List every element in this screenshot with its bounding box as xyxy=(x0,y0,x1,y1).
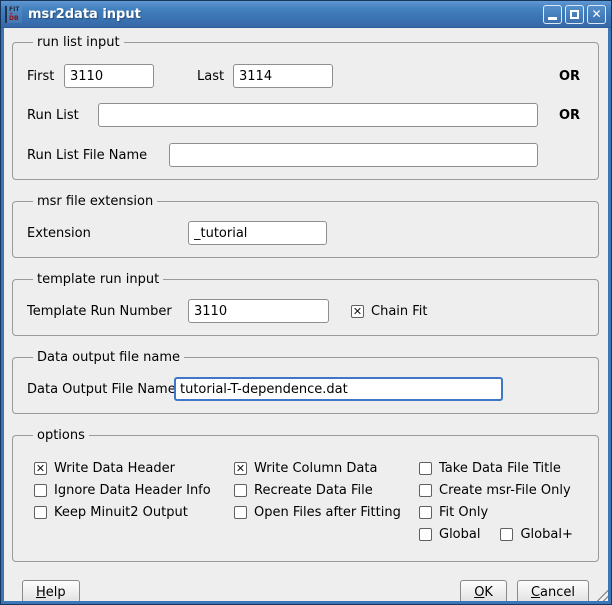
group-data-output-file-name: Data output file name Data Output File N… xyxy=(12,350,599,414)
footer-button-row: Help OK Cancel xyxy=(12,576,599,604)
maximize-icon xyxy=(570,10,579,19)
checkbox-label: Write Column Data xyxy=(254,461,377,476)
help-button[interactable]: Help xyxy=(22,580,80,604)
run-list-file-name-label: Run List File Name xyxy=(27,148,169,163)
checkbox-label: Ignore Data Header Info xyxy=(54,483,211,498)
checkbox-box[interactable] xyxy=(234,484,247,497)
group-options: options ✕ Write Data Header Ignore Data He… xyxy=(12,428,599,562)
checkbox-fit-only[interactable]: Fit Only xyxy=(419,505,488,520)
maximize-button[interactable] xyxy=(565,5,584,24)
last-input[interactable] xyxy=(233,64,333,88)
run-list-label: Run List xyxy=(27,108,98,123)
options-row: Ignore Data Header Info xyxy=(34,483,234,497)
checkbox-box[interactable] xyxy=(34,484,47,497)
checkbox-label: Global xyxy=(439,527,480,542)
checkbox-global[interactable]: Global xyxy=(419,527,480,542)
checkbox-write-data-header[interactable]: ✕ Write Data Header xyxy=(34,461,175,476)
group-template-run-input: template run input Template Run Number ✕… xyxy=(12,272,599,336)
checkbox-label: Recreate Data File xyxy=(254,483,373,498)
checkbox-global-[interactable]: Global+ xyxy=(500,527,572,542)
checkbox-recreate-data-file[interactable]: Recreate Data File xyxy=(234,483,373,498)
minimize-icon xyxy=(548,17,557,20)
title-bar[interactable]: FIT + DB msr2data input ✕ xyxy=(1,1,611,28)
extension-label: Extension xyxy=(27,226,188,241)
checkbox-label: Write Data Header xyxy=(54,461,175,476)
checkbox-label: Open Files after Fitting xyxy=(254,505,401,520)
checkbox-label: Keep Minuit2 Output xyxy=(54,505,188,520)
cancel-button[interactable]: Cancel xyxy=(517,580,589,604)
chain-fit-label: Chain Fit xyxy=(371,304,428,319)
template-run-number-label: Template Run Number xyxy=(27,304,188,319)
run-list-file-name-input[interactable] xyxy=(169,143,538,167)
checkbox-chain-fit[interactable]: ✕ Chain Fit xyxy=(351,304,428,319)
checkbox-write-column-data[interactable]: ✕ Write Column Data xyxy=(234,461,377,476)
checkbox-box[interactable] xyxy=(419,528,432,541)
group-template-legend: template run input xyxy=(33,272,163,287)
checkbox-box[interactable] xyxy=(419,462,432,475)
first-input[interactable] xyxy=(64,64,154,88)
extension-input[interactable] xyxy=(188,221,327,245)
checkbox-label: Fit Only xyxy=(439,505,488,520)
options-column-1: ✕ Write Data Header Ignore Data Header Inf… xyxy=(34,461,234,549)
dialog-body: run list input First Last OR Run List OR… xyxy=(1,28,611,604)
checkbox-take-data-file-title[interactable]: Take Data File Title xyxy=(419,461,561,476)
first-label: First xyxy=(27,69,64,84)
data-output-file-name-input[interactable] xyxy=(174,377,503,401)
template-run-number-input[interactable] xyxy=(188,299,329,323)
last-label: Last xyxy=(197,69,233,84)
checkbox-keep-minuit2-output[interactable]: Keep Minuit2 Output xyxy=(34,505,188,520)
or-label-2: OR xyxy=(559,108,584,123)
checkbox-box[interactable] xyxy=(500,528,513,541)
checkbox-box[interactable]: ✕ xyxy=(234,462,247,475)
app-icon: FIT + DB xyxy=(5,6,22,23)
ok-button[interactable]: OK xyxy=(460,580,507,604)
close-button[interactable]: ✕ xyxy=(587,5,606,24)
or-label-1: OR xyxy=(559,69,584,84)
app-icon-text-db: DB xyxy=(9,16,22,22)
options-column-3: Take Data File Title Create msr-File Only… xyxy=(419,461,584,549)
checkbox-label: Create msr-File Only xyxy=(439,483,571,498)
checkbox-box[interactable] xyxy=(34,506,47,519)
run-list-input[interactable] xyxy=(98,103,538,127)
group-run-list-legend: run list input xyxy=(33,35,124,50)
group-extension-legend: msr file extension xyxy=(33,194,157,209)
options-columns: ✕ Write Data Header Ignore Data Header Inf… xyxy=(27,461,584,549)
window-title: msr2data input xyxy=(28,7,543,22)
group-output-legend: Data output file name xyxy=(33,350,184,365)
checkbox-box[interactable] xyxy=(234,506,247,519)
options-row: Recreate Data File xyxy=(234,483,419,497)
options-row: Take Data File Title xyxy=(419,461,584,475)
checkbox-create-msr-file-only[interactable]: Create msr-File Only xyxy=(419,483,571,498)
group-run-list-input: run list input First Last OR Run List OR… xyxy=(12,35,599,180)
checkbox-box[interactable] xyxy=(419,506,432,519)
checkbox-label: Take Data File Title xyxy=(439,461,561,476)
options-row: Global Global+ xyxy=(419,527,584,541)
checkbox-box[interactable] xyxy=(419,484,432,497)
group-msr-file-extension: msr file extension Extension xyxy=(12,194,599,258)
data-output-file-name-label: Data Output File Name xyxy=(27,382,174,397)
options-row: ✕ Write Column Data xyxy=(234,461,419,475)
options-row: Open Files after Fitting xyxy=(234,505,419,519)
group-options-legend: options xyxy=(33,428,89,443)
checkbox-box[interactable]: ✕ xyxy=(34,462,47,475)
chain-fit-checkbox-box[interactable]: ✕ xyxy=(351,305,364,318)
options-row: Keep Minuit2 Output xyxy=(34,505,234,519)
options-row: ✕ Write Data Header xyxy=(34,461,234,475)
checkbox-open-files-after-fitting[interactable]: Open Files after Fitting xyxy=(234,505,401,520)
options-row: Create msr-File Only xyxy=(419,483,584,497)
checkbox-label: Global+ xyxy=(520,527,572,542)
window-controls: ✕ xyxy=(543,5,606,24)
close-icon: ✕ xyxy=(591,8,601,20)
dialog-window: FIT + DB msr2data input ✕ run list input… xyxy=(0,0,612,605)
options-column-2: ✕ Write Column Data Recreate Data File Open… xyxy=(234,461,419,549)
checkbox-ignore-data-header-info[interactable]: Ignore Data Header Info xyxy=(34,483,211,498)
minimize-button[interactable] xyxy=(543,5,562,24)
options-row: Fit Only xyxy=(419,505,584,519)
